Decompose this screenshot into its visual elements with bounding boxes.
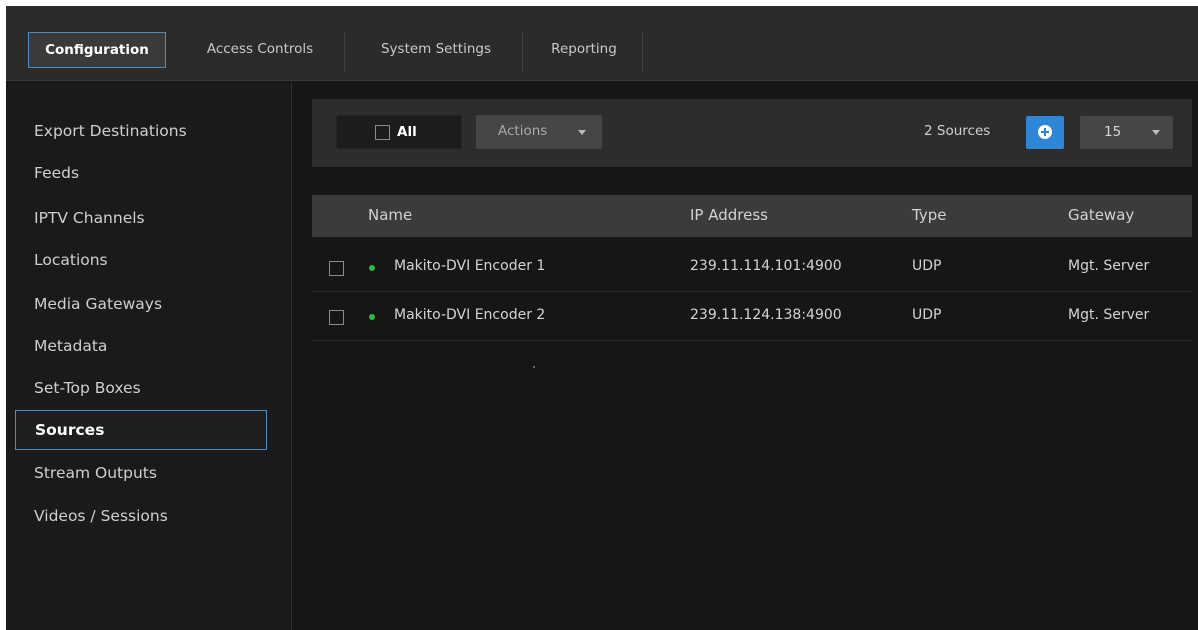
select-all-toggle[interactable]: All — [336, 115, 462, 149]
row-name[interactable]: Makito-DVI Encoder 1 — [394, 258, 545, 274]
table-row[interactable]: Makito-DVI Encoder 2 239.11.124.138:4900… — [312, 293, 1192, 341]
sidebar-item-metadata[interactable]: Metadata — [15, 327, 267, 367]
table-header: Name IP Address Type Gateway — [312, 195, 1192, 237]
column-header-name[interactable]: Name — [368, 206, 412, 224]
row-ip-address: 239.11.124.138:4900 — [690, 307, 842, 323]
row-ip-address: 239.11.114.101:4900 — [690, 258, 842, 274]
row-checkbox[interactable] — [329, 261, 344, 276]
row-type: UDP — [912, 307, 942, 323]
sidebar-item-videos-sessions[interactable]: Videos / Sessions — [15, 497, 267, 537]
page-size-dropdown[interactable]: 15 — [1080, 116, 1173, 149]
row-gateway: Mgt. Server — [1068, 258, 1150, 274]
tab-access-controls[interactable]: Access Controls — [176, 32, 344, 68]
chevron-down-icon — [1152, 130, 1160, 135]
column-header-ip-address[interactable]: IP Address — [690, 206, 768, 224]
sidebar-item-feeds[interactable]: Feeds — [15, 154, 267, 194]
row-type: UDP — [912, 258, 942, 274]
status-online-icon — [369, 265, 375, 271]
status-online-icon — [369, 314, 375, 320]
sidebar-item-locations[interactable]: Locations — [15, 241, 267, 281]
background-speck — [533, 366, 535, 368]
tab-system-settings[interactable]: System Settings — [351, 32, 521, 68]
chevron-down-icon — [578, 130, 586, 135]
row-name[interactable]: Makito-DVI Encoder 2 — [394, 307, 545, 323]
tab-divider — [642, 32, 643, 72]
select-all-checkbox[interactable] — [375, 125, 390, 140]
tab-configuration[interactable]: Configuration — [28, 32, 166, 68]
tab-divider — [344, 32, 345, 72]
top-nav-bar: Configuration Access Controls System Set… — [6, 6, 1198, 81]
sidebar-item-media-gateways[interactable]: Media Gateways — [15, 285, 267, 325]
sidebar-item-set-top-boxes[interactable]: Set-Top Boxes — [15, 369, 267, 409]
sources-count: 2 Sources — [924, 123, 991, 139]
column-header-type[interactable]: Type — [912, 206, 946, 224]
tab-reporting[interactable]: Reporting — [529, 32, 639, 68]
sidebar-item-iptv-channels[interactable]: IPTV Channels — [15, 199, 267, 239]
tab-divider — [522, 32, 523, 72]
column-header-gateway[interactable]: Gateway — [1068, 206, 1134, 224]
sidebar: Export Destinations Feeds IPTV Channels … — [6, 82, 292, 630]
row-gateway: Mgt. Server — [1068, 307, 1150, 323]
sidebar-item-export-destinations[interactable]: Export Destinations — [15, 112, 267, 152]
actions-dropdown[interactable]: Actions — [476, 115, 602, 149]
table-row[interactable]: Makito-DVI Encoder 1 239.11.114.101:4900… — [312, 244, 1192, 292]
page-size-value: 15 — [1104, 124, 1122, 140]
actions-label: Actions — [498, 123, 548, 139]
row-checkbox[interactable] — [329, 310, 344, 325]
sidebar-item-stream-outputs[interactable]: Stream Outputs — [15, 454, 267, 494]
add-source-button[interactable] — [1026, 116, 1064, 149]
select-all-label: All — [397, 124, 417, 140]
sidebar-item-sources[interactable]: Sources — [15, 410, 267, 450]
plus-circle-icon — [1038, 125, 1052, 139]
list-toolbar: All Actions 2 Sources 15 — [312, 99, 1192, 167]
